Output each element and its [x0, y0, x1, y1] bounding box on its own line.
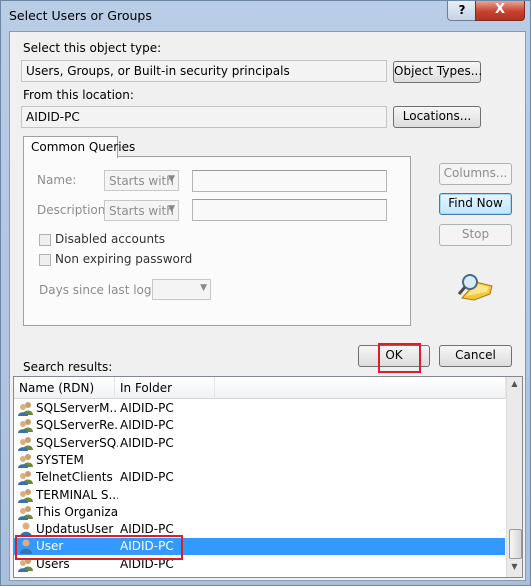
object-type-label: Select this object type:	[23, 41, 162, 55]
chevron-down-icon: ▼	[168, 174, 175, 184]
group-icon	[18, 436, 34, 451]
row-name: SQLServerRe...	[36, 418, 118, 433]
row-folder: AIDID-PC	[120, 522, 174, 537]
group-icon	[18, 453, 34, 468]
row-folder: AIDID-PC	[120, 435, 174, 450]
cancel-button[interactable]: Cancel	[439, 345, 512, 367]
stop-button[interactable]: Stop	[439, 224, 512, 246]
days-since-logon-select[interactable]: ▼	[152, 279, 211, 300]
scroll-up-icon[interactable]: ▲	[509, 379, 520, 393]
scroll-down-icon[interactable]: ▼	[509, 562, 520, 574]
dialog-body: Select this object type: Users, Groups, …	[9, 31, 526, 581]
description-mode-select[interactable]: Starts with ▼	[104, 200, 179, 221]
column-header-name[interactable]: Name (RDN)	[14, 377, 115, 399]
table-row[interactable]: This Organiza...	[14, 504, 505, 521]
row-name: SQLServerM...	[36, 401, 118, 415]
find-now-button[interactable]: Find Now	[439, 193, 512, 215]
location-label: From this location:	[23, 88, 134, 102]
chevron-down-icon: ▼	[168, 204, 175, 214]
window-title: Select Users or Groups	[9, 8, 152, 23]
locations-button[interactable]: Locations...	[393, 106, 481, 128]
description-query-input[interactable]	[192, 199, 387, 221]
row-name: This Organiza...	[36, 504, 118, 519]
table-row[interactable]: SQLServerRe... AIDID-PC	[14, 417, 505, 434]
chevron-down-icon: ▼	[200, 283, 207, 293]
row-name: TERMINAL S...	[36, 487, 118, 502]
search-icon	[457, 274, 493, 301]
columns-button[interactable]: Columns...	[439, 163, 512, 185]
name-query-input[interactable]	[192, 170, 387, 192]
search-results-label: Search results:	[23, 360, 113, 374]
group-icon	[18, 470, 34, 486]
disabled-accounts-checkbox[interactable]	[39, 234, 51, 246]
row-name: SYSTEM	[36, 452, 84, 467]
non-expiring-password-checkbox[interactable]	[39, 254, 51, 266]
group-icon	[18, 418, 34, 434]
description-query-label: Description:	[37, 203, 110, 217]
scrollbar-thumb[interactable]	[509, 529, 522, 559]
table-row[interactable]: SQLServerSQ...AIDID-PC	[14, 435, 505, 452]
name-mode-value: Starts with	[109, 174, 174, 188]
table-row[interactable]: SQLServerM... AIDID-PC	[14, 400, 505, 417]
table-row[interactable]: TelnetClients AIDID-PC	[14, 469, 505, 486]
user-highlight-annotation	[15, 535, 183, 560]
group-icon	[18, 488, 34, 503]
row-folder: AIDID-PC	[120, 401, 174, 415]
group-icon	[18, 505, 34, 520]
object-types-button[interactable]: Object Types...	[393, 61, 482, 83]
results-scrollbar[interactable]: ▲ ▼	[506, 377, 522, 577]
row-name: SQLServerSQ...	[36, 435, 118, 450]
row-name: TelnetClients	[36, 470, 113, 485]
row-folder: AIDID-PC	[120, 470, 174, 485]
disabled-accounts-label: Disabled accounts	[55, 232, 166, 246]
column-header-filler	[215, 377, 506, 399]
object-type-field: Users, Groups, or Built-in security prin…	[21, 60, 387, 82]
location-field: AIDID-PC	[21, 106, 387, 128]
table-row[interactable]: SYSTEM	[14, 452, 505, 469]
days-since-logon-label: Days since last logon:	[39, 283, 171, 297]
table-row[interactable]: TERMINAL S...	[14, 487, 505, 504]
column-header-folder[interactable]: In Folder	[115, 377, 215, 399]
common-queries-panel: Name: Starts with ▼ Description: Starts w…	[23, 156, 411, 326]
name-mode-select[interactable]: Starts with ▼	[104, 170, 179, 191]
close-button[interactable]: X	[475, 1, 525, 21]
description-mode-value: Starts with	[109, 204, 174, 218]
non-expiring-password-label: Non expiring password	[55, 252, 193, 266]
row-folder: AIDID-PC	[120, 418, 174, 433]
group-icon	[18, 401, 34, 416]
dialog-window: Select Users or Groups ? X Select this o…	[0, 0, 531, 586]
title-bar[interactable]: Select Users or Groups ? X	[1, 1, 531, 31]
row-name: UpdatusUser	[36, 522, 114, 537]
ok-highlight-annotation	[378, 343, 421, 373]
name-query-label: Name:	[37, 173, 77, 187]
help-button[interactable]: ?	[447, 1, 477, 21]
tab-common-queries[interactable]: Common Queries	[23, 136, 135, 158]
